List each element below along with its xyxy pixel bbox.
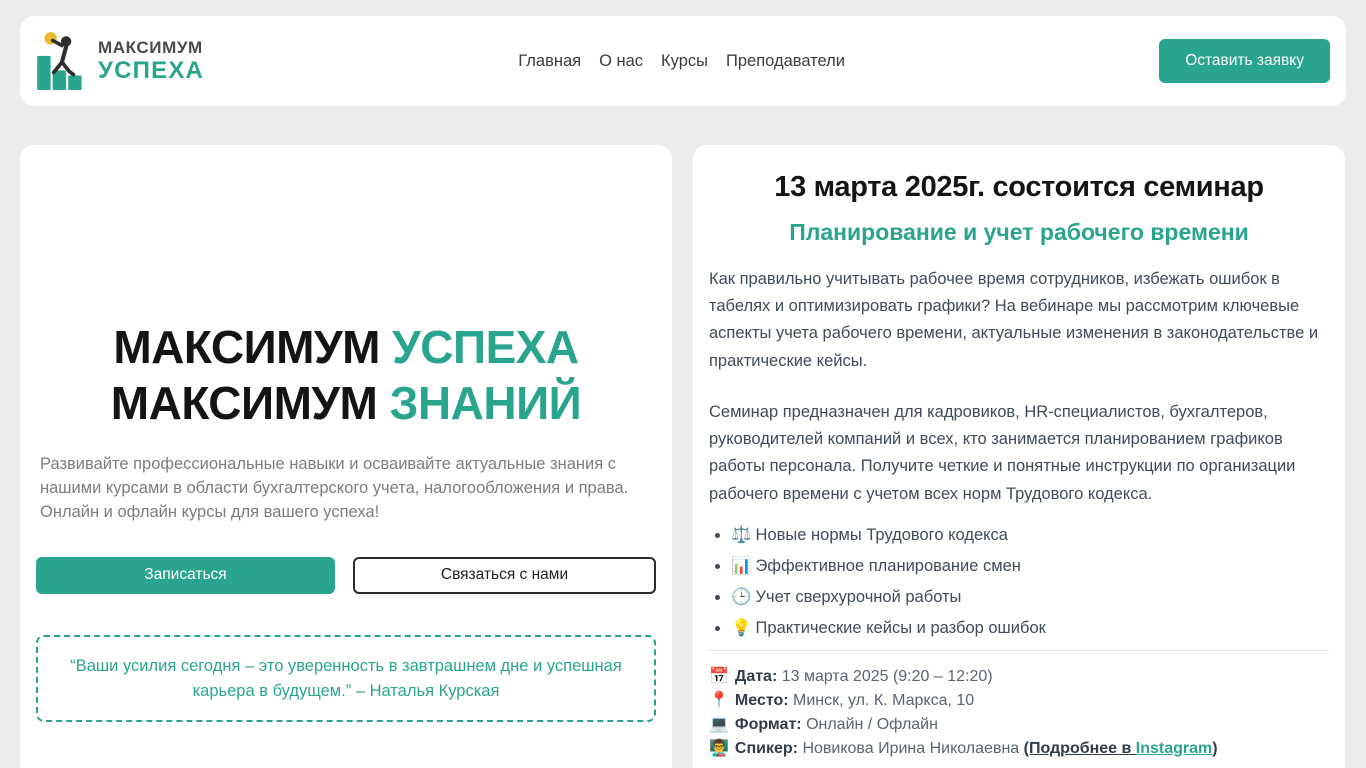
list-item: ⚖️Новые нормы Трудового кодекса (731, 526, 1329, 545)
bar-chart-icon: 📊 (731, 556, 752, 575)
teacher-icon: 👨‍🏫 (709, 739, 729, 757)
nav-item-home[interactable]: Главная (518, 52, 581, 71)
nav-item-teachers[interactable]: Преподаватели (726, 52, 845, 71)
detail-date: 📅 Дата: 13 марта 2025 (9:20 – 12:20) (709, 665, 1329, 689)
brand-name-bottom: УСПЕХА (98, 57, 205, 84)
content: МАКСИМУМ УСПЕХА МАКСИМУМ ЗНАНИЙ Развивайт… (20, 145, 1346, 768)
detail-place: 📍 Место: Минск, ул. К. Маркса, 10 (709, 689, 1329, 713)
detail-label: Дата: (734, 667, 778, 685)
clock-icon: 🕒 (731, 587, 752, 606)
hero-title-line2-black: МАКСИМУМ (110, 377, 378, 430)
header: МАКСИМУМ УСПЕХА Главная О нас Курсы Преп… (20, 16, 1346, 106)
detail-value: Новикова Ирина Николаевна (802, 739, 1020, 757)
main-nav: Главная О нас Курсы Преподаватели (204, 52, 1159, 71)
seminar-subtitle: Планирование и учет рабочего времени (789, 219, 1249, 245)
topic-text: Практические кейсы и разбор ошибок (755, 618, 1046, 637)
list-item: 💡Практические кейсы и разбор ошибок (731, 619, 1329, 638)
seminar-paragraph-2: Семинар предназначен для кадровиков, HR-… (709, 402, 1296, 503)
topic-text: Эффективное планирование смен (755, 556, 1021, 575)
hero-title-line2-teal: ЗНАНИЙ (389, 377, 582, 430)
detail-speaker: 👨‍🏫 Спикер: Новикова Ирина Николаевна (По… (709, 737, 1329, 761)
seminar-topics-list: ⚖️Новые нормы Трудового кодекса 📊Эффекти… (731, 526, 1329, 638)
scales-icon: ⚖️ (731, 525, 752, 544)
logo-stairs-icon (36, 28, 90, 95)
list-item: 📊Эффективное планирование смен (731, 557, 1329, 576)
seminar-paragraph-1: Как правильно учитывать рабочее время со… (709, 270, 1319, 370)
leave-request-button[interactable]: Оставить заявку (1159, 39, 1330, 83)
topic-text: Учет сверхурочной работы (755, 587, 962, 606)
hero-card: МАКСИМУМ УСПЕХА МАКСИМУМ ЗНАНИЙ Развивайт… (20, 145, 672, 768)
quote-text: “Ваши усилия сегодня – это уверенность в… (70, 656, 622, 700)
hero-title: МАКСИМУМ УСПЕХА МАКСИМУМ ЗНАНИЙ (36, 319, 656, 431)
instagram-link-suffix: ) (1212, 739, 1218, 757)
laptop-icon: 💻 (709, 715, 729, 733)
detail-label: Место: (734, 691, 789, 709)
calendar-icon: 📅 (709, 667, 729, 685)
seminar-title: 13 марта 2025г. состоится семинар (774, 171, 1264, 203)
detail-format: 💻 Формат: Онлайн / Офлайн (709, 713, 1329, 737)
seminar-details: 📅 Дата: 13 марта 2025 (9:20 – 12:20) 📍 Мес… (709, 665, 1329, 761)
instagram-link-word: Instagram (1135, 739, 1213, 757)
light-bulb-icon: 💡 (731, 618, 752, 637)
logo-text: МАКСИМУМ УСПЕХА (98, 39, 204, 83)
hero-description: Развивайте профессиональные навыки и осв… (40, 455, 629, 522)
hero-buttons: Записаться Связаться с нами (36, 556, 656, 594)
detail-value: Онлайн / Офлайн (806, 715, 938, 733)
instagram-link-prefix: (Подробнее в (1023, 739, 1136, 757)
signup-button[interactable]: Записаться (36, 556, 335, 594)
detail-label: Спикер: (734, 739, 798, 757)
seminar-card: 13 марта 2025г. состоится семинар Планир… (693, 145, 1345, 768)
quote-box: “Ваши усилия сегодня – это уверенность в… (36, 634, 656, 723)
page: МАКСИМУМ УСПЕХА Главная О нас Курсы Преп… (0, 0, 1366, 768)
detail-label: Формат: (734, 715, 802, 733)
logo[interactable]: МАКСИМУМ УСПЕХА (36, 28, 204, 95)
instagram-link[interactable]: (Подробнее в Instagram) (1024, 740, 1218, 757)
hero-title-line1-black: МАКСИМУМ (113, 321, 380, 373)
pin-icon: 📍 (709, 691, 729, 709)
brand-name-top: МАКСИМУМ (98, 38, 203, 57)
list-item: 🕒Учет сверхурочной работы (731, 588, 1329, 607)
divider (709, 649, 1329, 651)
nav-item-courses[interactable]: Курсы (661, 52, 708, 71)
contact-us-button[interactable]: Связаться с нами (353, 556, 656, 594)
detail-value: Минск, ул. К. Маркса, 10 (793, 691, 975, 709)
topic-text: Новые нормы Трудового кодекса (755, 525, 1008, 544)
hero-title-line1-teal: УСПЕХА (392, 321, 579, 373)
nav-item-about[interactable]: О нас (599, 52, 643, 71)
detail-value: 13 марта 2025 (9:20 – 12:20) (781, 667, 993, 685)
